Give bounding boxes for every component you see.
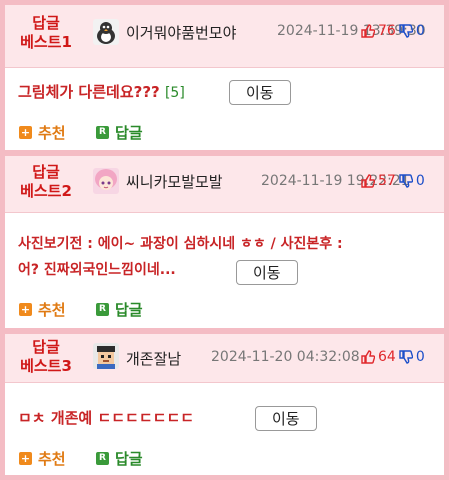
card-body: ㅁㅊ 개존예 ㄷㄷㄷㄷㄷㄷㄷ 이동 + 추천 R 답글 [5, 383, 444, 475]
rank-label: 답글 베스트1 [11, 14, 81, 52]
author-name[interactable]: 개존잘남 [126, 348, 181, 369]
best-reply-card-3: 답글 베스트3 개존잘남 2024-11-20 04:32:08 64 0 ㅁㅊ… [5, 334, 444, 475]
rank-line-2: 베스트3 [20, 357, 72, 375]
upvote-count: 64 [378, 349, 396, 365]
reply-label[interactable]: 답글 [115, 448, 143, 469]
recommend-button[interactable]: + 추천 [19, 122, 66, 143]
reply-label[interactable]: 답글 [115, 122, 143, 143]
post-title[interactable]: 그림체가 다른데요??? [5] [18, 80, 185, 106]
recommend-label[interactable]: 추천 [38, 122, 66, 143]
thumbs-up-icon[interactable] [361, 24, 375, 38]
upvote-count: 76 [378, 23, 396, 39]
best-reply-card-2: 답글 베스트2 씨니카모발모발 2024-11-19 19:22:21 57 0… [5, 156, 444, 328]
downvote-count: 0 [415, 349, 425, 365]
penguin-avatar-icon[interactable] [93, 19, 119, 45]
author-name[interactable]: 씨니카모발모발 [126, 171, 223, 192]
reply-icon: R [96, 126, 109, 139]
comment-count: [5] [164, 85, 185, 101]
downvote-count: 0 [415, 23, 425, 39]
rank-label: 답글 베스트2 [11, 163, 81, 201]
move-button[interactable]: 이동 [229, 80, 291, 105]
vote-group: 64 0 [361, 349, 425, 365]
reply-icon: R [96, 303, 109, 316]
reply-label[interactable]: 답글 [115, 299, 143, 320]
rank-line-2: 베스트2 [20, 182, 72, 200]
rank-line-1: 답글 [32, 338, 60, 356]
anime-girl-avatar-icon[interactable] [93, 168, 119, 194]
rank-label: 답글 베스트3 [11, 338, 81, 376]
move-button[interactable]: 이동 [236, 260, 298, 285]
plus-icon: + [19, 303, 32, 316]
downvote-count: 0 [415, 173, 425, 189]
move-button[interactable]: 이동 [255, 406, 317, 431]
card-header: 답글 베스트2 씨니카모발모발 2024-11-19 19:22:21 57 0 [5, 156, 444, 213]
post-title-line-2[interactable]: 어? 진짜외국인느낌이네... [18, 257, 438, 283]
thumbs-down-icon[interactable] [399, 174, 413, 188]
post-title-line-1[interactable]: 사진보기전 : 에이~ 과장이 심하시네 ㅎㅎ / 사진본후 : [18, 231, 438, 257]
post-title[interactable]: ㅁㅊ 개존예 ㄷㄷㄷㄷㄷㄷㄷ [18, 406, 194, 431]
recommend-label[interactable]: 추천 [38, 448, 66, 469]
card-header: 답글 베스트3 개존잘남 2024-11-20 04:32:08 64 0 [5, 334, 444, 383]
pixel-character-avatar-icon[interactable] [93, 343, 119, 369]
card-body: 그림체가 다른데요??? [5] 이동 + 추천 R 답글 [5, 68, 444, 150]
vote-group: 76 0 [361, 23, 425, 39]
author-name[interactable]: 이거뭐야품번모야 [126, 22, 236, 43]
reply-button[interactable]: R 답글 [96, 122, 143, 143]
post-title[interactable]: 사진보기전 : 에이~ 과장이 심하시네 ㅎㅎ / 사진본후 : 어? 진짜외국… [18, 231, 438, 283]
rank-line-1: 답글 [32, 14, 60, 32]
thumbs-down-icon[interactable] [399, 24, 413, 38]
upvote-count: 57 [378, 173, 396, 189]
thumbs-up-icon[interactable] [361, 350, 375, 364]
post-title-text[interactable]: 그림체가 다른데요??? [18, 83, 160, 101]
best-replies-panel: 답글 베스트1 이거뭐야품번모야 2024-11-19 13:39:30 76 … [5, 5, 444, 475]
recommend-button[interactable]: + 추천 [19, 448, 66, 469]
plus-icon: + [19, 126, 32, 139]
plus-icon: + [19, 452, 32, 465]
rank-line-1: 답글 [32, 163, 60, 181]
thumbs-down-icon[interactable] [399, 350, 413, 364]
card-body: 사진보기전 : 에이~ 과장이 심하시네 ㅎㅎ / 사진본후 : 어? 진짜외국… [5, 213, 444, 328]
reply-button[interactable]: R 답글 [96, 299, 143, 320]
reply-icon: R [96, 452, 109, 465]
rank-line-2: 베스트1 [20, 33, 72, 51]
thumbs-up-icon[interactable] [361, 174, 375, 188]
recommend-label[interactable]: 추천 [38, 299, 66, 320]
card-header: 답글 베스트1 이거뭐야품번모야 2024-11-19 13:39:30 76 … [5, 5, 444, 68]
post-timestamp: 2024-11-20 04:32:08 [211, 349, 360, 365]
recommend-button[interactable]: + 추천 [19, 299, 66, 320]
vote-group: 57 0 [361, 173, 425, 189]
reply-button[interactable]: R 답글 [96, 448, 143, 469]
post-title-text[interactable]: ㅁㅊ 개존예 ㄷㄷㄷㄷㄷㄷㄷ [18, 409, 194, 427]
best-reply-card-1: 답글 베스트1 이거뭐야품번모야 2024-11-19 13:39:30 76 … [5, 5, 444, 150]
